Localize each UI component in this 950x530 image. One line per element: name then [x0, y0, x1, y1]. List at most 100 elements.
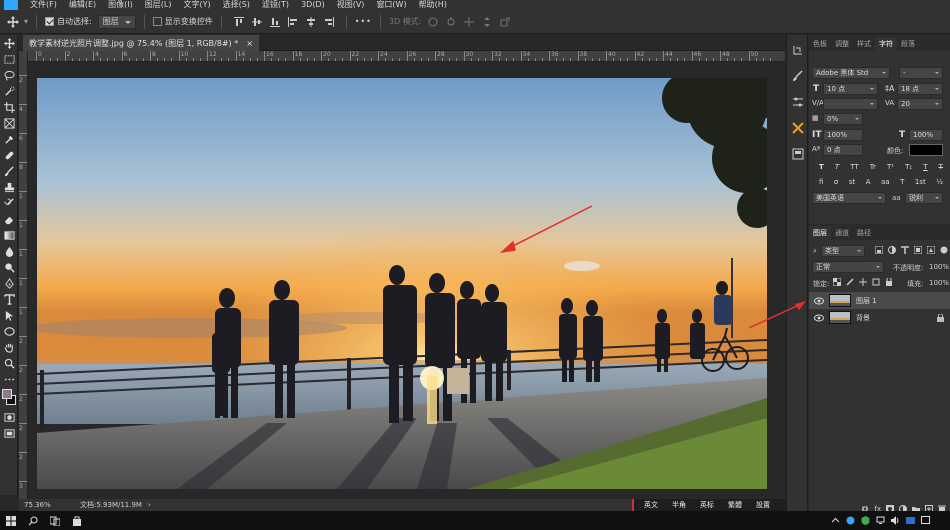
hand-tool-button[interactable] [0, 339, 18, 355]
opacity-value[interactable]: 100% [929, 263, 949, 271]
brush-tool-button[interactable] [0, 163, 18, 179]
discretionary-ligatures-button[interactable]: st [849, 178, 855, 186]
brush-settings-icon[interactable] [787, 65, 809, 87]
all-caps-button[interactable]: TT [850, 163, 858, 171]
tab-channels[interactable]: 通道 [831, 226, 853, 240]
windows-start-icon[interactable] [0, 511, 22, 530]
menu-file[interactable]: 文件(F) [30, 0, 57, 10]
network-icon[interactable] [876, 516, 885, 525]
lock-artboard-icon[interactable] [872, 278, 880, 286]
strikethrough-button[interactable]: T [939, 163, 943, 171]
type-filter-icon[interactable] [901, 246, 909, 254]
security-shield-icon[interactable] [861, 516, 870, 525]
foreground-color-swatch[interactable] [2, 389, 12, 399]
shape-tool-button[interactable] [0, 323, 18, 339]
ligatures-button[interactable]: fi [819, 178, 823, 186]
menu-type[interactable]: 文字(Y) [183, 0, 210, 10]
tab-character[interactable]: 字符 [875, 37, 897, 51]
vertical-ruler[interactable]: 2 4 6 8 1 1 1 1 1 2 2 2 2 2 3 [19, 51, 28, 499]
menu-3d[interactable]: 3D(D) [301, 0, 325, 10]
move-tool-icon[interactable] [6, 15, 20, 29]
stylistic-alternates-button[interactable]: aa [881, 178, 890, 186]
tool-preset-chevron-icon[interactable]: ▾ [24, 17, 28, 26]
canvas-area[interactable] [28, 62, 785, 499]
zoom-level[interactable]: 75.36% [24, 501, 74, 509]
tsume-field[interactable]: 0% [823, 113, 863, 125]
edit-toolbar-button[interactable] [0, 371, 18, 387]
healing-brush-tool-button[interactable] [0, 147, 18, 163]
ordinals-button[interactable]: 1st [915, 178, 926, 186]
frame-tool-button[interactable] [0, 115, 18, 131]
ime-english[interactable]: 英文 [644, 500, 658, 510]
lasso-tool-button[interactable] [0, 67, 18, 83]
clone-stamp-tool-button[interactable] [0, 179, 18, 195]
faux-bold-button[interactable]: T [819, 163, 824, 171]
tab-layers[interactable]: 图层 [809, 226, 831, 240]
move-tool-button[interactable] [0, 35, 18, 51]
font-style-dropdown[interactable]: - [899, 67, 943, 79]
eyedropper-tool-button[interactable] [0, 131, 18, 147]
status-expand-arrow-icon[interactable]: › [148, 501, 151, 509]
menu-filter[interactable]: 滤镜(T) [262, 0, 289, 10]
notification-icon[interactable] [921, 516, 930, 525]
menu-select[interactable]: 选择(S) [223, 0, 250, 10]
pen-tool-button[interactable] [0, 275, 18, 291]
menu-layer[interactable]: 图层(L) [145, 0, 172, 10]
app-tray-icon[interactable] [846, 516, 855, 525]
quick-select-tool-button[interactable] [0, 83, 18, 99]
ime-traditional[interactable]: 繁體 [728, 500, 742, 510]
pixel-filter-icon[interactable] [875, 246, 883, 254]
volume-icon[interactable] [891, 516, 900, 525]
store-icon[interactable] [66, 511, 88, 530]
lock-position-icon[interactable] [859, 278, 867, 286]
dodge-tool-button[interactable] [0, 259, 18, 275]
task-view-icon[interactable] [44, 511, 66, 530]
document-tab[interactable]: 教学素材逆光照片调整.jpg @ 75.4% (图层 1, RGB/8#) * … [23, 35, 259, 51]
3d-roll-icon[interactable] [445, 16, 457, 28]
eraser-tool-button[interactable] [0, 211, 18, 227]
blur-tool-button[interactable] [0, 243, 18, 259]
antialias-dropdown[interactable]: 锐利 [905, 192, 943, 204]
kerning-field[interactable] [823, 98, 878, 110]
tab-styles[interactable]: 样式 [853, 37, 875, 51]
layer-filter-dropdown[interactable]: 类型 [821, 245, 865, 257]
ime-english-punct[interactable]: 英标 [700, 500, 714, 510]
menu-window[interactable]: 窗口(W) [376, 0, 406, 10]
auto-select-target-dropdown[interactable]: 图层 [97, 14, 136, 29]
zoom-tool-button[interactable] [0, 355, 18, 371]
input-method-icon[interactable] [906, 516, 915, 525]
text-color-swatch[interactable] [909, 144, 943, 156]
auto-select-checkbox[interactable] [45, 17, 55, 26]
vertical-scrollbar[interactable] [767, 62, 785, 499]
screen-mode-button[interactable] [0, 425, 18, 441]
align-vertical-center-icon[interactable] [251, 16, 263, 28]
3d-orbit-icon[interactable] [427, 16, 439, 28]
ime-halfwidth[interactable]: 半角 [672, 500, 686, 510]
layer-row[interactable]: 背景 [809, 309, 950, 326]
horizontal-scale-field[interactable]: 100% [909, 129, 943, 141]
language-dropdown[interactable]: 美国英语 [812, 192, 886, 204]
more-options-button[interactable]: ••• [355, 17, 372, 26]
marquee-tool-button[interactable] [0, 51, 18, 67]
blend-mode-dropdown[interactable]: 正常 [812, 261, 884, 273]
lock-all-icon[interactable] [885, 278, 893, 286]
tab-paragraph[interactable]: 段落 [897, 37, 919, 51]
path-selection-tool-button[interactable] [0, 307, 18, 323]
swash-button[interactable]: A [866, 178, 871, 186]
layer-row[interactable]: 图层 1 [809, 292, 950, 309]
small-caps-button[interactable]: Tr [870, 163, 876, 171]
properties-panel-icon[interactable] [787, 143, 809, 165]
superscript-button[interactable]: T¹ [887, 163, 894, 171]
show-transform-checkbox[interactable] [152, 17, 162, 26]
fill-value[interactable]: 100% [929, 279, 949, 287]
smart-object-filter-icon[interactable] [927, 246, 935, 254]
leading-field[interactable]: 18 点 [897, 83, 943, 95]
close-tab-icon[interactable]: × [246, 39, 253, 48]
3d-pan-icon[interactable] [463, 16, 475, 28]
contextual-alternates-button[interactable]: σ [834, 178, 838, 186]
filter-toggle-icon[interactable] [940, 246, 948, 254]
fractions-button[interactable]: ½ [936, 178, 943, 186]
tab-swatches[interactable]: 色板 [809, 37, 831, 51]
color-swatches[interactable] [0, 387, 18, 409]
horizontal-ruler[interactable]: 0 2 4 6 8 10 12 14 16 18 20 22 24 26 28 30 32 34 36 38 40 42 4… [28, 51, 785, 62]
